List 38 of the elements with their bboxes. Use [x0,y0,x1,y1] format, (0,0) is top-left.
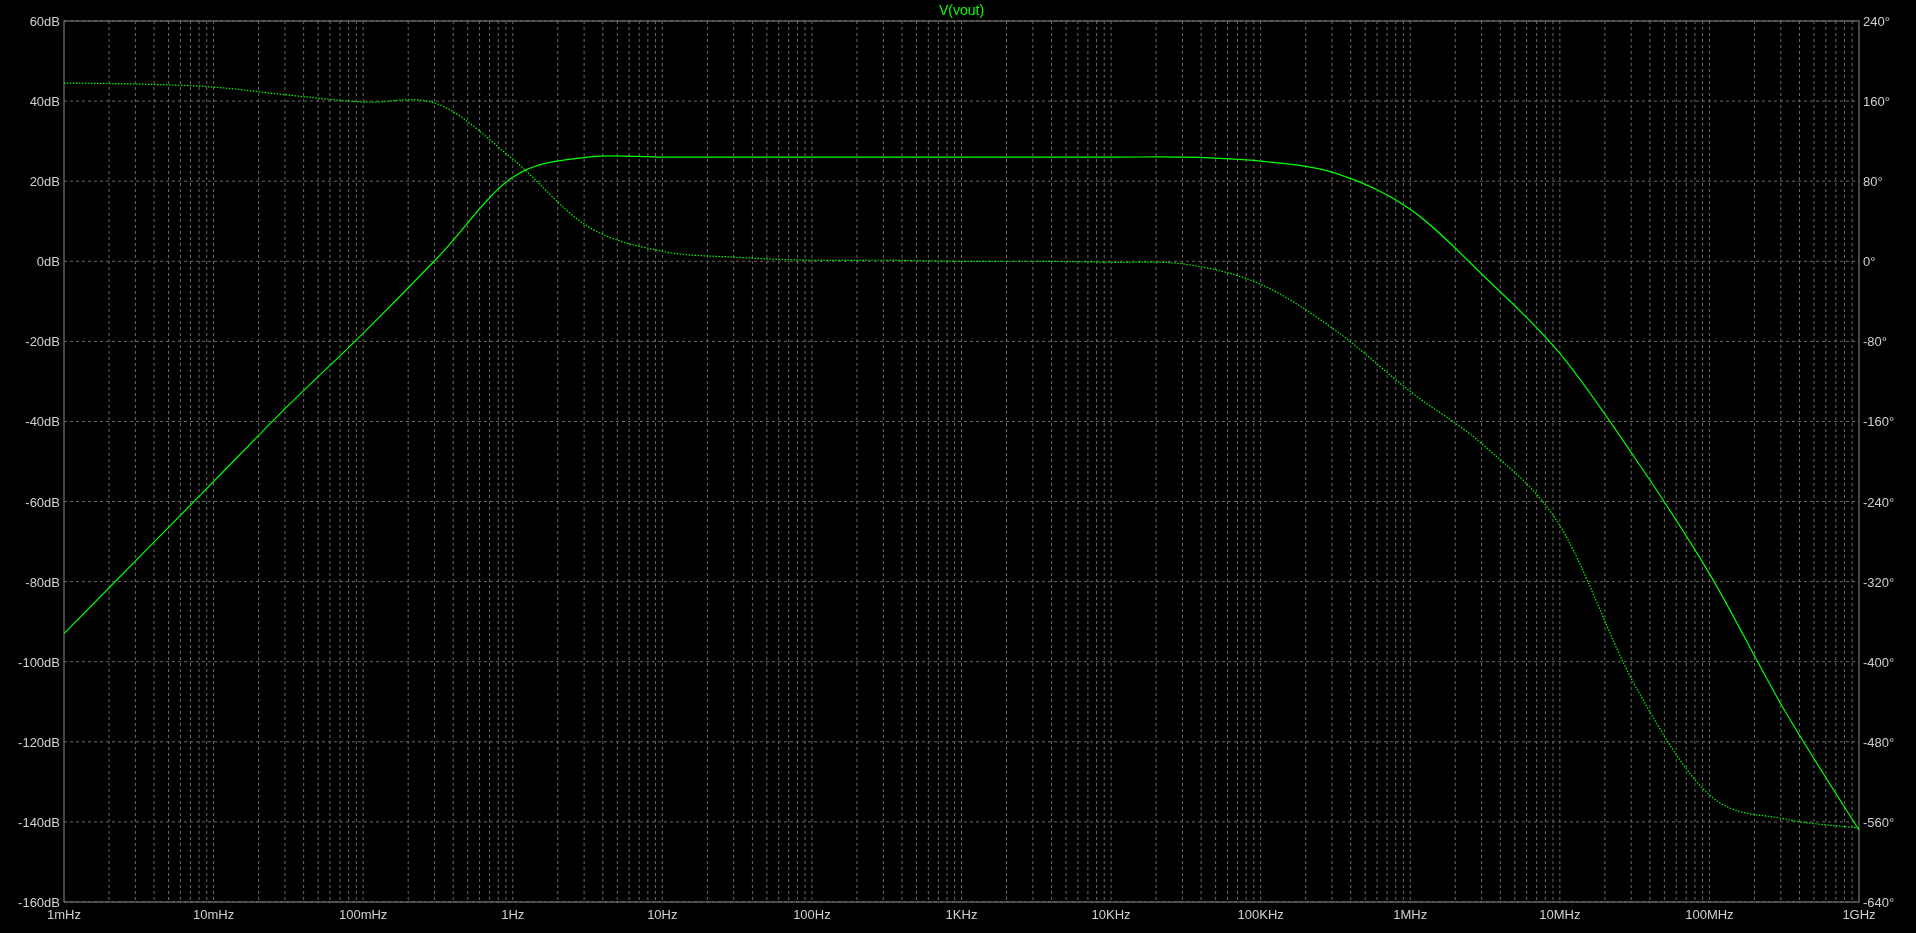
x-axis-label: 100Hz [793,907,831,922]
y-axis-label: -80° [1863,334,1887,350]
y-axis-label: -120dB [18,734,60,750]
y-axis-label: -240° [1863,494,1895,510]
y-axis-label: 240° [1863,14,1890,29]
x-axis-label: 100mHz [338,907,388,922]
y-axis-label: -640° [1863,895,1895,910]
y-axis-label: -480° [1863,734,1895,750]
y-axis-label: 60dB [29,14,60,29]
y-axis-label: -40dB [25,414,60,430]
y-axis-label: -320° [1863,574,1895,590]
x-axis-label: 10Hz [647,907,678,922]
x-axis-label: 1MHz [1393,907,1428,922]
x-axis-label: 1mHz [47,907,81,922]
y-axis-label: -100dB [18,654,60,670]
x-axis-label: 1Hz [501,907,525,922]
chart-title: V(vout) [938,2,985,18]
y-axis-label: -80dB [25,574,60,590]
y-axis-label: 80° [1863,174,1883,190]
x-axis-label: 10KHz [1091,907,1131,922]
y-axis-label: 160° [1863,94,1890,110]
y-axis-label: 0dB [36,254,60,270]
y-axis-label: 20dB [29,174,60,190]
y-axis-label: -60dB [25,494,60,510]
x-axis-label: 100MHz [1685,907,1734,922]
y-axis-label: -160dB [18,895,60,910]
x-axis-label: 100KHz [1237,907,1284,922]
x-axis-label: 10MHz [1539,907,1581,922]
y-axis-label: -160° [1863,414,1895,430]
y-axis-label: -20dB [25,334,60,350]
x-axis-label: 1KHz [945,907,978,922]
y-axis-label: 0° [1863,254,1876,270]
x-axis-label: 1GHz [1842,907,1876,922]
x-axis-label: 10mHz [193,907,235,922]
y-axis-label: 40dB [29,94,60,110]
y-axis-label: -140dB [18,814,60,830]
y-axis-label: -400° [1863,654,1895,670]
y-axis-label: -560° [1863,814,1895,830]
